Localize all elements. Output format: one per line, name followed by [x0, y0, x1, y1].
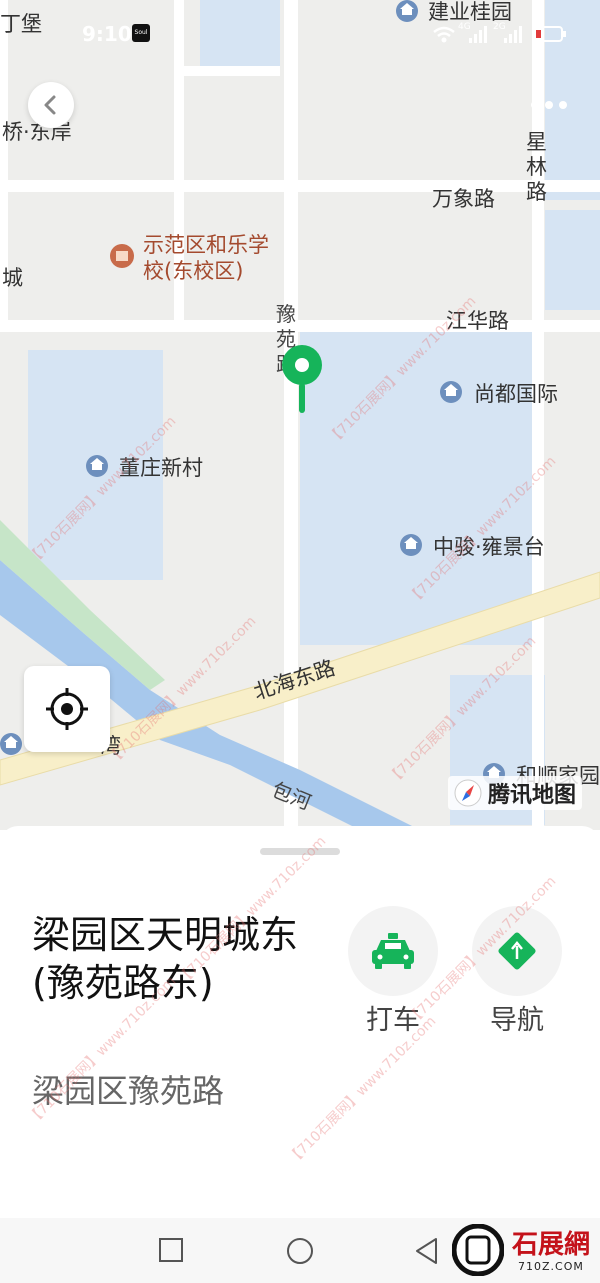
brand-label: 腾讯地图 — [488, 783, 577, 808]
chevron-left-icon — [44, 95, 56, 115]
signal-icon — [504, 26, 522, 43]
watermark-seal-icon — [452, 1224, 504, 1276]
signal-icon — [469, 26, 487, 43]
poi-icon — [400, 534, 422, 556]
status-bar: 9:10 Soul 4G 2G — [0, 0, 600, 70]
location-pin-icon[interactable] — [280, 345, 324, 415]
system-nav-bar: 石展網 710Z.COM — [0, 1218, 600, 1283]
soul-app-icon: Soul — [132, 24, 150, 42]
navigate-label[interactable]: 导航 — [457, 998, 577, 1037]
watermark-logo-sub: 710Z.COM — [518, 1260, 584, 1273]
compass-icon — [454, 779, 482, 807]
taxi-icon — [372, 933, 414, 969]
poi-icon — [440, 381, 462, 403]
back-nav-button[interactable] — [412, 1236, 442, 1266]
more-options-button[interactable] — [524, 90, 574, 120]
school-icon — [110, 244, 134, 268]
status-time: 9:10 — [82, 22, 132, 46]
more-dots-icon — [531, 101, 567, 109]
map-view[interactable]: 丁堡 桥·东岸 城 建业桂园 星林路 万象路 示范区和乐学校(东校区) 豫苑路 … — [0, 0, 600, 830]
watermark-logo-text: 石展網 — [512, 1230, 591, 1260]
home-button[interactable] — [284, 1235, 316, 1267]
map-label-xinglin: 星林路 — [526, 130, 547, 204]
map-label-school[interactable]: 示范区和乐学校(东校区) — [143, 232, 283, 284]
poi-icon — [0, 733, 22, 755]
watermark-logo: 石展網 710Z.COM — [452, 1220, 600, 1280]
recent-apps-button[interactable] — [157, 1236, 187, 1266]
battery-icon — [532, 26, 566, 42]
map-brand: 腾讯地图 — [448, 776, 583, 810]
taxi-button[interactable] — [348, 906, 438, 996]
place-title-line1: 梁园区天明城东 — [32, 913, 299, 957]
place-title: 梁园区天明城东 (豫苑路东) — [32, 911, 332, 1007]
crosshair-icon — [46, 688, 88, 730]
back-button[interactable] — [28, 82, 74, 128]
wifi-icon — [433, 26, 455, 43]
map-label-left-city: 城 — [2, 266, 23, 290]
map-label-wanxiang: 万象路 — [432, 187, 495, 211]
map-label-shangdu[interactable]: 尚都国际 — [474, 378, 558, 408]
locate-me-button[interactable] — [24, 666, 110, 752]
